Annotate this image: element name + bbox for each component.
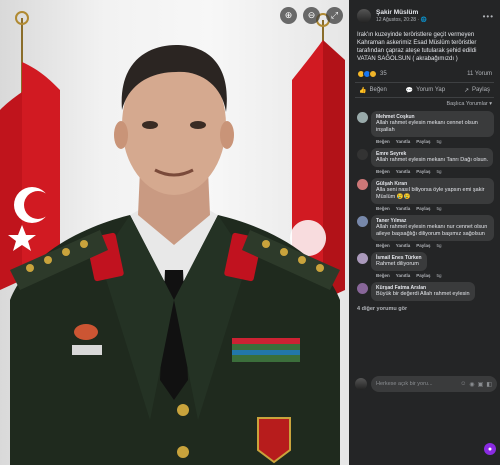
comment-reply-button[interactable]: Yanıtla [396, 243, 411, 248]
comment-sort-dropdown[interactable]: Başlıca Yorumlar ▾ [349, 98, 500, 107]
comment-text: Büyük bir değerdi Allah rahmet eylesin [376, 291, 470, 297]
share-icon: ↗ [463, 87, 469, 94]
comment-like-button[interactable]: Beğen [376, 139, 390, 144]
messenger-icon[interactable]: ● [484, 443, 496, 455]
photo-toolbar: ⊕ ⊖ ⤢ [280, 7, 343, 24]
view-more-comments[interactable]: 4 diğer yorumu gör [349, 301, 500, 312]
post-actions: 👍 Beğen 💬 Yorum Yap ↗ Paylaş [355, 82, 494, 98]
ear-right [220, 121, 234, 149]
officer-portrait [0, 11, 345, 465]
comment-like-button[interactable]: Beğen [376, 273, 390, 278]
comment-time[interactable]: 5g [437, 243, 442, 248]
comment-count[interactable]: 11 Yorum [467, 71, 492, 77]
comment-time[interactable]: 5g [437, 206, 442, 211]
comment-share-button[interactable]: Paylaş [416, 139, 430, 144]
comment-reply-button[interactable]: Yanıtla [396, 169, 411, 174]
uniform-button [177, 446, 189, 458]
comment-composer: Herkese açık bir yoru... ☺ ◉ ▣ ◧ [355, 376, 497, 392]
commenter-avatar[interactable] [357, 283, 368, 294]
share-label: Paylaş [471, 87, 490, 93]
name-badge [72, 345, 102, 355]
sad-reaction-icon [369, 69, 377, 78]
comment-time[interactable]: 5g [437, 139, 442, 144]
commenter-avatar[interactable] [357, 179, 368, 190]
comment-text: Allah rahmet eylesin mekanı Tanrı Dağı o… [376, 157, 489, 163]
comment-like-button[interactable]: Beğen [376, 169, 390, 174]
camera-icon[interactable]: ◉ [469, 381, 474, 388]
comment-share-button[interactable]: Paylaş [416, 169, 430, 174]
like-button[interactable]: 👍 Beğen [359, 87, 387, 94]
more-options-icon[interactable]: ••• [483, 12, 494, 21]
comment-button[interactable]: 💬 Yorum Yap [406, 87, 445, 94]
pin-badge [74, 324, 98, 340]
comment-placeholder: Herkese açık bir yoru... [376, 381, 433, 387]
comment-time[interactable]: 5g [437, 273, 442, 278]
comment: Gülşah Kıran Alla seni nasıl biliyorsa ö… [349, 174, 500, 211]
comment-like-button[interactable]: Beğen [376, 243, 390, 248]
like-label: Beğen [369, 87, 387, 93]
author-avatar[interactable] [357, 9, 371, 23]
zoom-in-icon[interactable]: ⊕ [280, 7, 297, 24]
comment: Mehmet Coşkun Allah rahmet eylesin mekan… [349, 107, 500, 144]
ear-left [114, 121, 128, 149]
post-stats: 35 11 Yorum [349, 63, 500, 78]
comment-share-button[interactable]: Paylaş [416, 243, 430, 248]
comment-share-button[interactable]: Paylaş [416, 206, 430, 211]
share-button[interactable]: ↗ Paylaş [464, 87, 490, 94]
post-photo[interactable]: ⊕ ⊖ ⤢ [0, 0, 349, 465]
comment-like-button[interactable]: Beğen [376, 206, 390, 211]
comment-reply-button[interactable]: Yanıtla [396, 273, 411, 278]
comment-label: Yorum Yap [416, 87, 446, 93]
eye-right [190, 121, 206, 129]
comment-reply-button[interactable]: Yanıtla [396, 206, 411, 211]
photo-viewer: ⊕ ⊖ ⤢ Şakir Müslüm 12 Ağustos, 20:28 · 🌐… [0, 0, 500, 465]
reaction-count[interactable]: 35 [380, 71, 467, 77]
post-text: Irak'ın kuzeyinde teröristlere geçit ver… [357, 32, 477, 62]
zoom-out-icon[interactable]: ⊖ [303, 7, 320, 24]
eye-left [142, 121, 158, 129]
flag-left-fold [0, 92, 22, 290]
commenter-avatar[interactable] [357, 149, 368, 160]
commenter-avatar[interactable] [357, 253, 368, 264]
comment-text: Allah rahmet eylesin mekanı cennet olsun… [376, 120, 478, 133]
post-side-panel: Şakir Müslüm 12 Ağustos, 20:28 · 🌐 ••• I… [349, 0, 500, 465]
comment-input[interactable]: Herkese açık bir yoru... ☺ ◉ ▣ ◧ [371, 376, 497, 392]
comment: Taner Yılmaz Allah rahmet eylesin mekanı… [349, 211, 500, 248]
comment: İsmail Enes Türken Rahmet diliyorum Beğe… [349, 248, 500, 278]
comment-list: Mehmet Coşkun Allah rahmet eylesin mekan… [349, 107, 500, 301]
comment-text: Alla seni nasıl biliyorsa öyle yapsın em… [376, 187, 485, 200]
post-time[interactable]: 12 Ağustos, 20:28 · 🌐 [376, 17, 483, 23]
comment-icon: 💬 [405, 87, 414, 94]
comment-reply-button[interactable]: Yanıtla [396, 139, 411, 144]
uniform-button [177, 404, 189, 416]
author-name[interactable]: Şakir Müslüm [376, 9, 483, 16]
fullscreen-icon[interactable]: ⤢ [326, 7, 343, 24]
flag-left-crescent-cut [24, 191, 52, 219]
comment-share-button[interactable]: Paylaş [416, 273, 430, 278]
comment-time[interactable]: 5g [437, 169, 442, 174]
comment-text: Rahmet diliyorum [376, 261, 419, 267]
emoji-icon[interactable]: ☺ [460, 381, 466, 388]
comment-text: Allah rahmet eylesin mekanı nur cennet o… [376, 224, 488, 237]
commenter-avatar[interactable] [357, 216, 368, 227]
gif-icon[interactable]: ▣ [478, 381, 484, 388]
sticker-icon[interactable]: ◧ [486, 381, 492, 388]
thumbs-up-icon: 👍 [359, 87, 367, 94]
flag-right-fold [323, 40, 345, 300]
reactions[interactable] [357, 69, 377, 78]
comment: Emre Seyrek Allah rahmet eylesin mekanı … [349, 144, 500, 174]
my-avatar [355, 378, 367, 390]
comment: Kürşad Fatma Arslan Büyük bir değerdi Al… [349, 278, 500, 301]
commenter-avatar[interactable] [357, 112, 368, 123]
post-header: Şakir Müslüm 12 Ağustos, 20:28 · 🌐 ••• [349, 0, 500, 26]
